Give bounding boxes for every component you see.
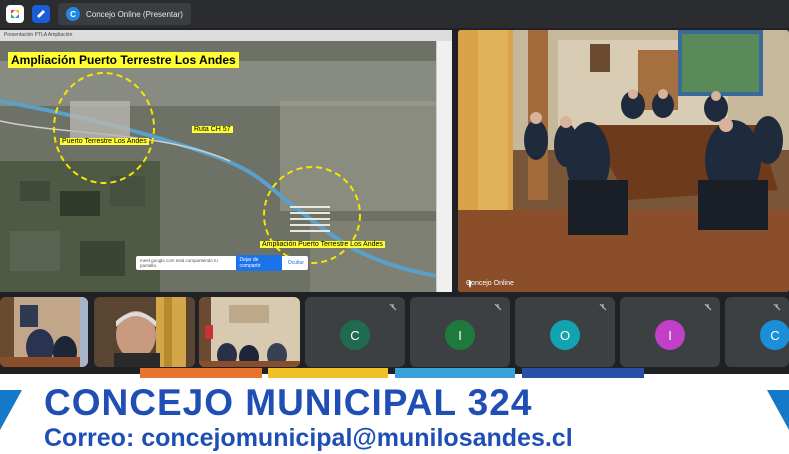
tab-title: Concejo Online (Presentar) [86,9,183,19]
label-ruta: Ruta CH 57 [192,126,233,133]
label-ampliacion: Ampliación Puerto Terrestre Los Andes [260,241,385,248]
stop-sharing-button[interactable]: Dejar de compartir [235,255,282,271]
video-feed-1 [0,297,88,367]
participant-avatar-5: C [760,320,789,350]
camera-name-label: Concejo Online [466,280,514,288]
participant-avatar-4: I [655,320,685,350]
tab-badge: C [66,7,80,21]
participant-video-3[interactable] [199,297,300,367]
banner-left-shape [0,390,22,430]
banner-title: CONCEJO MUNICIPAL 324 [44,382,533,423]
banner-right-shape [767,390,789,430]
participant-tile-2[interactable]: I [410,297,510,367]
map-drawing [0,41,436,292]
participant-avatar-3: O [550,320,580,350]
presentation-tab[interactable]: C Concejo Online (Presentar) [58,3,191,25]
video-feed-3 [199,297,300,367]
participant-tile-3[interactable]: O [515,297,615,367]
participant-avatar-1: C [340,320,370,350]
municipal-banner: CONCEJO MUNICIPAL 324 Correo: concejomun… [0,374,789,454]
participant-video-2[interactable] [94,297,195,367]
main-camera-tile[interactable]: Concejo Online [458,30,789,292]
banner-email: Correo: concejomunicipal@munilosandes.cl [44,424,573,452]
mic-off-icon [773,303,781,311]
participant-avatar-2: I [445,320,475,350]
meet-window: C Concejo Online (Presentar) Presentació… [0,0,789,454]
participant-tile-4[interactable]: I [620,297,720,367]
map-title: Ampliación Puerto Terrestre Los Andes [8,52,239,68]
aerial-map: Ampliación Puerto Terrestre Los Andes Pu… [0,41,436,292]
participant-tile-5[interactable]: C [725,297,789,367]
sharing-message: meet.google.com está compartiendo tu pan… [140,258,218,268]
video-feed-2 [94,297,195,367]
mic-off-icon [389,303,397,311]
participant-tile-1[interactable]: C [305,297,405,367]
map-scrollbar[interactable] [436,41,452,292]
hide-toast-button[interactable]: Ocultar [288,260,304,266]
banner-stripe-orange [140,368,262,378]
pin-icon [468,280,472,288]
shared-screen[interactable]: Presentación PTLA Ampliación Ampliación … [0,30,452,292]
top-bar: C Concejo Online (Presentar) [0,0,789,28]
share-header: Presentación PTLA Ampliación [0,30,452,41]
mic-off-icon [494,303,502,311]
participant-video-1[interactable] [0,297,88,367]
mic-off-icon [599,303,607,311]
label-puerto-terrestre: Puerto Terrestre Los Andes [60,138,149,145]
banner-stripe-darkblue [522,368,644,378]
meeting-room-scene [458,30,789,292]
banner-stripe-yellow [268,368,388,378]
mic-off-icon [704,303,712,311]
google-apps-icon[interactable] [6,5,24,23]
workspace-icon[interactable] [32,5,50,23]
banner-stripe-lightblue [395,368,515,378]
sharing-toast: meet.google.com está compartiendo tu pan… [136,255,308,271]
